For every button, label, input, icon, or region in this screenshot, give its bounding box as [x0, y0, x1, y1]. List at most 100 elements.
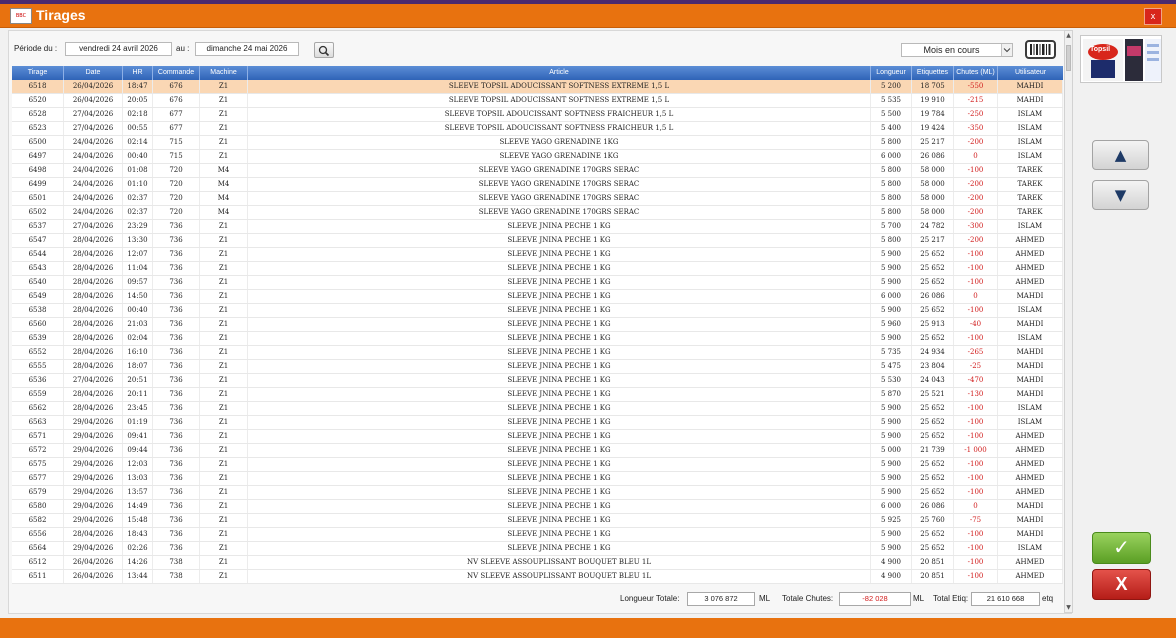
cell-article: SLEEVE JNINA PECHE 1 KG	[248, 276, 871, 289]
cell-chutes: -100	[954, 276, 998, 289]
table-row[interactable]: 6580 29/04/2026 14:49 736 Z1 SLEEVE JNINA PEC…	[12, 500, 1063, 514]
table-header: Tirage Date HR Commande Machine Article …	[12, 66, 1063, 80]
col-header-date[interactable]: Date	[64, 66, 123, 80]
table-row[interactable]: 6555 28/04/2026 18:07 736 Z1 SLEEVE JNINA PEC…	[12, 360, 1063, 374]
cell-tirage: 6572	[12, 444, 64, 457]
cell-commande: 736	[153, 388, 200, 401]
cell-etiquettes: 25 652	[912, 262, 954, 275]
table-row[interactable]: 6560 28/04/2026 21:03 736 Z1 SLEEVE JNINA PEC…	[12, 318, 1063, 332]
cell-tirage: 6544	[12, 248, 64, 261]
cell-etiquettes: 24 043	[912, 374, 954, 387]
etiq-total-label: Total Etiq:	[933, 594, 969, 603]
cell-tirage: 6580	[12, 500, 64, 513]
table-row[interactable]: 6512 26/04/2026 14:26 738 Z1 NV SLEEVE ASSOUP…	[12, 556, 1063, 570]
cell-chutes: -100	[954, 402, 998, 415]
table-row[interactable]: 6501 24/04/2026 02:37 720 M4 SLEEVE YAGO GREN…	[12, 192, 1063, 206]
period-select[interactable]: Mois en cours	[901, 43, 1013, 57]
table-row[interactable]: 6540 28/04/2026 09:57 736 Z1 SLEEVE JNINA PEC…	[12, 276, 1063, 290]
cancel-button[interactable]: X	[1092, 569, 1151, 600]
close-button[interactable]: x	[1144, 8, 1162, 25]
cell-article: SLEEVE TOPSIL ADOUCISSANT SOFTNESS EXTRE…	[248, 94, 871, 107]
cell-hr: 02:37	[123, 206, 153, 219]
cell-utilisateur: ISLAM	[998, 136, 1063, 149]
table-row[interactable]: 6537 27/04/2026 23:29 736 Z1 SLEEVE JNINA PEC…	[12, 220, 1063, 234]
col-header-machine[interactable]: Machine	[200, 66, 248, 80]
table-row[interactable]: 6562 28/04/2026 23:45 736 Z1 SLEEVE JNINA PEC…	[12, 402, 1063, 416]
table-row[interactable]: 6564 29/04/2026 02:26 736 Z1 SLEEVE JNINA PEC…	[12, 542, 1063, 556]
cell-chutes: -100	[954, 262, 998, 275]
table-row[interactable]: 6571 29/04/2026 09:41 736 Z1 SLEEVE JNINA PEC…	[12, 430, 1063, 444]
cell-date: 24/04/2026	[64, 164, 123, 177]
table-row[interactable]: 6543 28/04/2026 11:04 736 Z1 SLEEVE JNINA PEC…	[12, 262, 1063, 276]
table-row[interactable]: 6577 29/04/2026 13:03 736 Z1 SLEEVE JNINA PEC…	[12, 472, 1063, 486]
cell-commande: 736	[153, 360, 200, 373]
table-row[interactable]: 6499 24/04/2026 01:10 720 M4 SLEEVE YAGO GREN…	[12, 178, 1063, 192]
table-row[interactable]: 6575 29/04/2026 12:03 736 Z1 SLEEVE JNINA PEC…	[12, 458, 1063, 472]
cell-article: SLEEVE TOPSIL ADOUCISSANT SOFTNESS EXTRE…	[248, 80, 871, 93]
table-row[interactable]: 6544 28/04/2026 12:07 736 Z1 SLEEVE JNINA PEC…	[12, 248, 1063, 262]
col-header-hr[interactable]: HR	[123, 66, 153, 80]
up-arrow-icon: ▲	[1114, 146, 1127, 164]
cell-commande: 720	[153, 206, 200, 219]
table-row[interactable]: 6579 29/04/2026 13:57 736 Z1 SLEEVE JNINA PEC…	[12, 486, 1063, 500]
cell-longueur: 5 900	[871, 304, 912, 317]
table-row[interactable]: 6528 27/04/2026 02:18 677 Z1 SLEEVE TOPSIL AD…	[12, 108, 1063, 122]
main-area: Période du : vendredi 24 avril 2026 au :…	[0, 28, 1176, 618]
col-header-article[interactable]: Article	[248, 66, 871, 80]
col-header-longueur[interactable]: Longueur	[871, 66, 912, 80]
table-row[interactable]: 6547 28/04/2026 13:30 736 Z1 SLEEVE JNINA PEC…	[12, 234, 1063, 248]
table-row[interactable]: 6536 27/04/2026 20:51 736 Z1 SLEEVE JNINA PEC…	[12, 374, 1063, 388]
table-row[interactable]: 6497 24/04/2026 00:40 715 Z1 SLEEVE YAGO GREN…	[12, 150, 1063, 164]
cell-tirage: 6547	[12, 234, 64, 247]
col-header-etiquettes[interactable]: Etiquettes	[912, 66, 954, 80]
scroll-down-icon[interactable]: ▼	[1065, 603, 1072, 612]
table-row[interactable]: 6556 28/04/2026 18:43 736 Z1 SLEEVE JNINA PEC…	[12, 528, 1063, 542]
cell-tirage: 6518	[12, 80, 64, 93]
col-header-tirage[interactable]: Tirage	[12, 66, 64, 80]
app-logo-text: BBC	[15, 13, 27, 19]
cell-article: NV SLEEVE ASSOUPLISSANT BOUQUET BLEU 1L	[248, 556, 871, 569]
cell-longueur: 6 000	[871, 290, 912, 303]
col-header-chutes[interactable]: Chutes (ML)	[954, 66, 998, 80]
confirm-button[interactable]: ✓	[1092, 532, 1151, 564]
table-row[interactable]: 6549 28/04/2026 14:50 736 Z1 SLEEVE JNINA PEC…	[12, 290, 1063, 304]
cell-tirage: 6520	[12, 94, 64, 107]
cell-chutes: -100	[954, 528, 998, 541]
cell-chutes: -40	[954, 318, 998, 331]
cell-hr: 15:48	[123, 514, 153, 527]
table-row[interactable]: 6500 24/04/2026 02:14 715 Z1 SLEEVE YAGO GREN…	[12, 136, 1063, 150]
table-row[interactable]: 6538 28/04/2026 00:40 736 Z1 SLEEVE JNINA PEC…	[12, 304, 1063, 318]
date-from-field[interactable]: vendredi 24 avril 2026	[65, 42, 172, 56]
scrollbar-thumb[interactable]	[1066, 45, 1071, 71]
cell-tirage: 6502	[12, 206, 64, 219]
date-to-field[interactable]: dimanche 24 mai 2026	[195, 42, 299, 56]
barcode-button[interactable]	[1025, 40, 1056, 59]
table-row[interactable]: 6563 29/04/2026 01:19 736 Z1 SLEEVE JNINA PEC…	[12, 416, 1063, 430]
table-row[interactable]: 6582 29/04/2026 15:48 736 Z1 SLEEVE JNINA PEC…	[12, 514, 1063, 528]
cell-tirage: 6579	[12, 486, 64, 499]
table-row[interactable]: 6520 26/04/2026 20:05 676 Z1 SLEEVE TOPSIL AD…	[12, 94, 1063, 108]
table-row[interactable]: 6552 28/04/2026 16:10 736 Z1 SLEEVE JNINA PEC…	[12, 346, 1063, 360]
table-row[interactable]: 6498 24/04/2026 01:08 720 M4 SLEEVE YAGO GREN…	[12, 164, 1063, 178]
cell-machine: Z1	[200, 80, 248, 93]
page-scrollbar[interactable]: ▲ ▼	[1064, 30, 1073, 613]
table-row[interactable]: 6518 26/04/2026 18:47 676 Z1 SLEEVE TOPSIL AD…	[12, 80, 1063, 94]
cell-date: 27/04/2026	[64, 122, 123, 135]
search-button[interactable]	[314, 42, 334, 58]
table-row[interactable]: 6559 28/04/2026 20:11 736 Z1 SLEEVE JNINA PEC…	[12, 388, 1063, 402]
col-header-commande[interactable]: Commande	[153, 66, 200, 80]
move-up-button[interactable]: ▲	[1092, 140, 1149, 170]
table-row[interactable]: 6572 29/04/2026 09:44 736 Z1 SLEEVE JNINA PEC…	[12, 444, 1063, 458]
table-row[interactable]: 6523 27/04/2026 00:55 677 Z1 SLEEVE TOPSIL AD…	[12, 122, 1063, 136]
cell-etiquettes: 26 086	[912, 150, 954, 163]
table-row[interactable]: 6511 26/04/2026 13:44 738 Z1 NV SLEEVE ASSOUP…	[12, 570, 1063, 584]
scroll-up-icon[interactable]: ▲	[1065, 31, 1072, 40]
col-header-utilisateur[interactable]: Utilisateur	[998, 66, 1063, 80]
move-down-button[interactable]: ▼	[1092, 180, 1149, 210]
table-row[interactable]: 6539 28/04/2026 02:04 736 Z1 SLEEVE JNINA PEC…	[12, 332, 1063, 346]
cell-hr: 20:51	[123, 374, 153, 387]
table-row[interactable]: 6502 24/04/2026 02:37 720 M4 SLEEVE YAGO GREN…	[12, 206, 1063, 220]
cell-commande: 736	[153, 346, 200, 359]
au-label: au :	[176, 44, 190, 53]
cell-tirage: 6556	[12, 528, 64, 541]
